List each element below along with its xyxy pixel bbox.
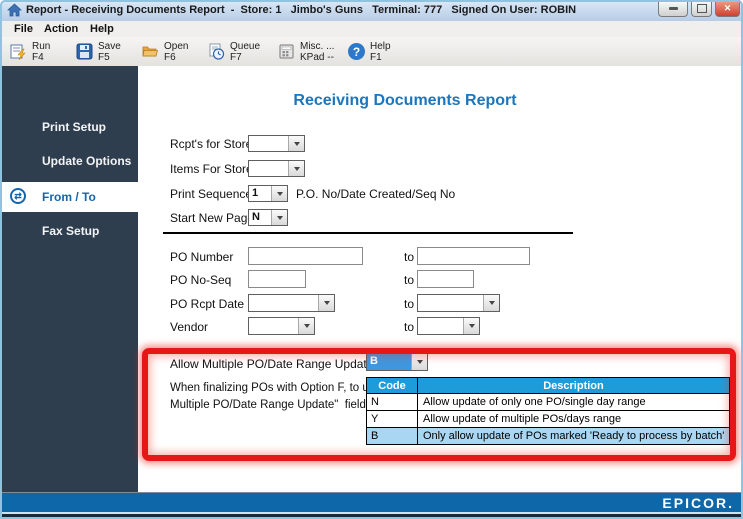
- po-rcpt-date-to-combo[interactable]: [417, 294, 500, 312]
- page-title: Receiving Documents Report: [150, 92, 660, 110]
- sidebar: Print Setup Update Options ⇄ From / To F…: [2, 66, 138, 492]
- menu-action[interactable]: Action: [40, 22, 82, 37]
- chevron-down-icon[interactable]: [288, 136, 304, 151]
- po-rcpt-date-from-combo[interactable]: [248, 294, 335, 312]
- to-label: to: [404, 273, 414, 287]
- save-button[interactable]: SaveF5: [76, 37, 121, 66]
- footer-dark-strip: [0, 514, 743, 519]
- po-no-seq-from-input[interactable]: [248, 270, 306, 288]
- po-no-seq-to-input[interactable]: [417, 270, 474, 288]
- option-code: Y: [367, 411, 418, 427]
- finalize-note-line1: When finalizing POs with Option F, to up: [170, 382, 375, 394]
- maximize-icon: [697, 4, 707, 13]
- rcpts-for-store-combo[interactable]: [248, 135, 305, 152]
- code-option-row-y[interactable]: Y Allow update of multiple POs/days rang…: [367, 410, 729, 427]
- window-title: Report - Receiving Documents Report - St…: [26, 4, 576, 16]
- rcpts-for-store-label: Rcpt's for Store: [170, 137, 252, 151]
- footer-bar: EPICOR.: [0, 493, 743, 512]
- menu-bar: File Action Help: [2, 21, 741, 38]
- queue-label: QueueF7: [230, 41, 260, 63]
- misc-kpad-label: Misc. ...KPad --: [300, 41, 334, 63]
- queue-icon: [208, 43, 225, 60]
- sidebar-item-update-options[interactable]: Update Options: [2, 148, 138, 174]
- queue-button[interactable]: QueueF7: [208, 37, 260, 66]
- close-button[interactable]: ✕: [715, 0, 740, 17]
- po-number-label: PO Number: [170, 250, 233, 264]
- save-label: SaveF5: [98, 41, 121, 63]
- minimize-icon: [669, 7, 678, 10]
- option-description: Allow update of multiple POs/days range: [418, 413, 729, 425]
- to-label: to: [404, 320, 414, 334]
- epicor-logo: EPICOR.: [662, 495, 734, 511]
- start-new-page-combo[interactable]: N: [248, 209, 288, 226]
- open-label: OpenF6: [164, 41, 188, 63]
- code-dropdown-table: Code Description N Allow update of only …: [366, 377, 730, 445]
- print-sequence-combo[interactable]: 1: [248, 185, 288, 202]
- option-description: Allow update of only one PO/single day r…: [418, 396, 729, 408]
- code-option-row-b-selected[interactable]: B Only allow update of POs marked 'Ready…: [367, 427, 729, 444]
- chevron-down-icon[interactable]: [318, 295, 334, 311]
- keypad-icon: [278, 43, 295, 60]
- help-label: HelpF1: [370, 41, 391, 63]
- home-icon: [7, 3, 22, 23]
- chevron-down-icon[interactable]: [411, 354, 427, 370]
- section-divider: [163, 232, 573, 234]
- to-label: to: [404, 250, 414, 264]
- allow-multiple-po-label: Allow Multiple PO/Date Range Update: [170, 357, 373, 371]
- po-no-seq-label: PO No-Seq: [170, 273, 231, 287]
- open-folder-icon: [142, 43, 159, 60]
- option-description: Only allow update of POs marked 'Ready t…: [418, 430, 729, 442]
- description-column-header: Description: [418, 380, 729, 392]
- run-label: RunF4: [32, 41, 50, 63]
- chevron-down-icon[interactable]: [483, 295, 499, 311]
- help-button[interactable]: ? HelpF1: [348, 37, 391, 66]
- sidebar-item-fax-setup[interactable]: Fax Setup: [2, 218, 138, 244]
- items-for-store-combo[interactable]: [248, 160, 305, 177]
- misc-kpad-button[interactable]: Misc. ...KPad --: [278, 37, 334, 66]
- print-sequence-description: P.O. No/Date Created/Seq No: [296, 187, 455, 201]
- option-code: N: [367, 394, 418, 410]
- vendor-label: Vendor: [170, 320, 208, 334]
- allow-multiple-po-combo[interactable]: B: [366, 353, 428, 371]
- start-new-page-label: Start New Page: [170, 211, 254, 225]
- help-icon: ?: [348, 43, 365, 60]
- dropdown-header-row: Code Description: [367, 378, 729, 393]
- close-icon: ✕: [724, 3, 732, 14]
- vendor-to-combo[interactable]: [417, 317, 480, 335]
- chevron-down-icon[interactable]: [271, 210, 287, 225]
- minimize-button[interactable]: [658, 0, 688, 17]
- print-sequence-label: Print Sequence: [170, 187, 252, 201]
- po-rcpt-date-label: PO Rcpt Date: [170, 297, 244, 311]
- po-number-to-input[interactable]: [417, 247, 530, 265]
- maximize-button[interactable]: [691, 0, 712, 17]
- chevron-down-icon[interactable]: [288, 161, 304, 176]
- po-number-from-input[interactable]: [248, 247, 363, 265]
- sidebar-item-from-to[interactable]: ⇄ From / To: [2, 182, 138, 212]
- menu-file[interactable]: File: [10, 22, 37, 37]
- vendor-from-combo[interactable]: [248, 317, 315, 335]
- items-for-store-label: Items For Store: [170, 162, 253, 176]
- code-option-row-n[interactable]: N Allow update of only one PO/single day…: [367, 393, 729, 410]
- toolbar: RunF4 SaveF5: [2, 37, 741, 67]
- save-icon: [76, 43, 93, 60]
- option-code: B: [367, 428, 418, 444]
- title-bar: Report - Receiving Documents Report - St…: [0, 0, 743, 22]
- to-label: to: [404, 297, 414, 311]
- code-column-header: Code: [367, 378, 418, 393]
- sidebar-item-print-setup[interactable]: Print Setup: [2, 114, 138, 140]
- from-to-sync-icon: ⇄: [10, 188, 26, 204]
- chevron-down-icon[interactable]: [271, 186, 287, 201]
- run-icon: [10, 43, 27, 60]
- menu-help[interactable]: Help: [86, 22, 118, 37]
- chevron-down-icon[interactable]: [463, 318, 479, 334]
- open-button[interactable]: OpenF6: [142, 37, 188, 66]
- sidebar-item-label: From / To: [42, 190, 96, 204]
- run-button[interactable]: RunF4: [10, 37, 50, 66]
- app-window: Report - Receiving Documents Report - St…: [0, 0, 743, 519]
- finalize-note-line2: Multiple PO/Date Range Update" field t: [170, 399, 372, 411]
- chevron-down-icon[interactable]: [298, 318, 314, 334]
